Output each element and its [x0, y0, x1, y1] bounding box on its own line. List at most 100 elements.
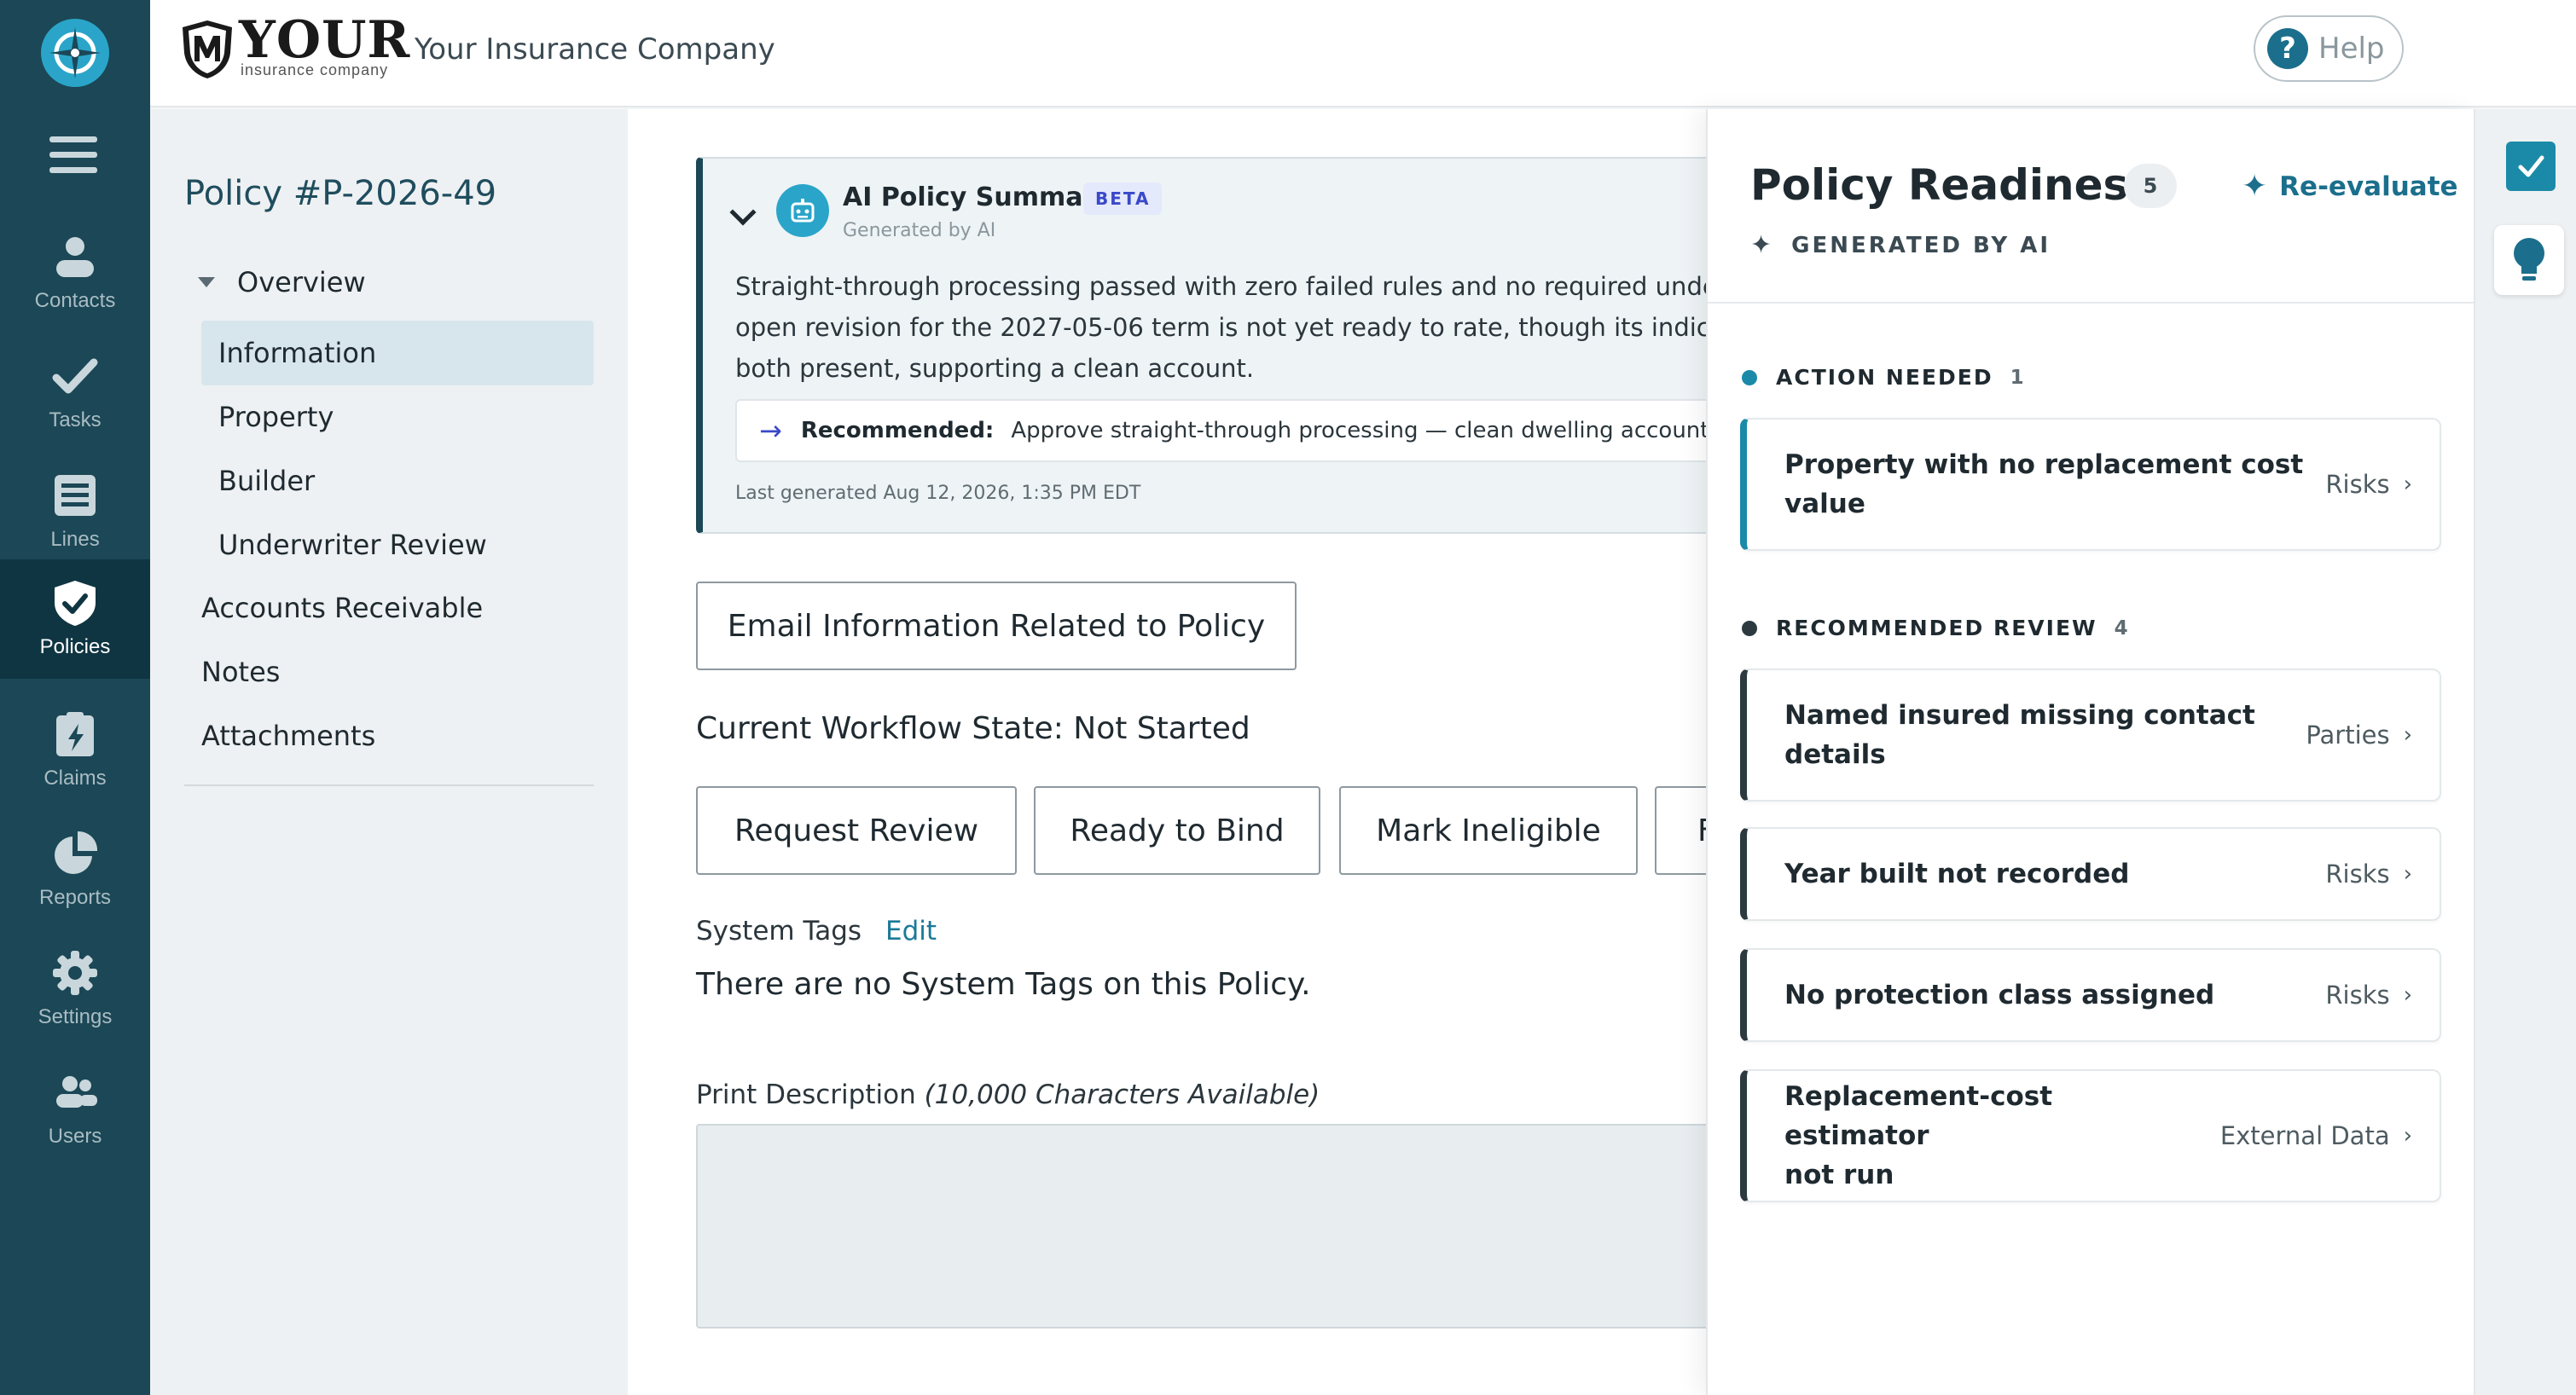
chevron-right-icon: › — [2403, 1123, 2412, 1149]
checkmark-icon — [51, 352, 99, 400]
readiness-item-title-line: Property with no replacement cost — [1784, 449, 2304, 480]
readiness-item-category: Risks — [2325, 860, 2390, 889]
chevron-right-icon: › — [2403, 722, 2412, 748]
app-logo-icon[interactable] — [41, 19, 109, 87]
right-tool-strip — [2474, 109, 2576, 1395]
readiness-item-title-line: not run — [1784, 1160, 1894, 1190]
top-header: YOUR insurance company Your Insurance Co… — [150, 0, 2576, 107]
print-description-textarea[interactable] — [696, 1124, 1706, 1328]
nav-divider — [184, 784, 594, 786]
workflow-button-partial[interactable]: F — [1655, 786, 1706, 875]
re-evaluate-button[interactable]: ✦ Re-evaluate — [2242, 169, 2458, 204]
nav-item-underwriter-review[interactable]: Underwriter Review — [201, 512, 594, 577]
company-name: Your Insurance Company — [415, 32, 775, 67]
readiness-item-title: No protection class assigned — [1784, 975, 2308, 1015]
section-label: RECOMMENDED REVIEW — [1776, 616, 2097, 640]
sparkle-icon: ✦ — [1750, 230, 1775, 260]
rail-item-policies[interactable]: Policies — [0, 559, 150, 679]
recommendation-text: Approve straight-through processing — cl… — [1011, 418, 1706, 443]
chevron-right-icon: › — [2403, 472, 2412, 497]
collapse-chevron-icon[interactable] — [729, 199, 757, 226]
nav-item-information[interactable]: Information — [201, 321, 594, 385]
readiness-item[interactable]: Named insured missing contact details Pa… — [1740, 669, 2441, 802]
lightbulb-icon[interactable] — [2494, 225, 2564, 295]
ai-policy-summary-card: AI Policy Summary BETA Generated by AI S… — [696, 157, 1706, 534]
email-policy-info-button[interactable]: Email Information Related to Policy — [696, 582, 1297, 670]
re-evaluate-label: Re-evaluate — [2279, 171, 2458, 202]
policy-sidebar: Policy #P-2026-49 Overview Information P… — [150, 109, 628, 1395]
rail-item-label: Policies — [39, 635, 111, 658]
rail-item-contacts[interactable]: Contacts — [0, 213, 150, 333]
nav-item-label: Builder — [218, 465, 316, 497]
help-label: Help — [2318, 32, 2385, 66]
rail-item-settings[interactable]: Settings — [0, 929, 150, 1049]
mark-ineligible-button[interactable]: Mark Ineligible — [1339, 786, 1638, 875]
section-label: ACTION NEEDED — [1776, 365, 1993, 390]
checkbox-checked-icon[interactable] — [2506, 142, 2556, 191]
nav-item-notes[interactable]: Notes — [201, 646, 280, 698]
nav-item-label: Underwriter Review — [218, 529, 487, 561]
readiness-item[interactable]: Property with no replacement cost value … — [1740, 418, 2441, 551]
gear-icon — [51, 949, 99, 997]
rail-item-label: Users — [48, 1125, 102, 1148]
print-description-title: Print Description — [696, 1080, 916, 1110]
readiness-item[interactable]: No protection class assigned Risks › — [1740, 948, 2441, 1042]
rail-item-reports[interactable]: Reports — [0, 810, 150, 929]
readiness-item[interactable]: Year built not recorded Risks › — [1740, 827, 2441, 921]
nav-item-label: Attachments — [201, 720, 376, 752]
rail-item-label: Claims — [44, 767, 107, 790]
system-tags-edit-link[interactable]: Edit — [885, 916, 937, 946]
workflow-state: Current Workflow State: Not Started — [696, 711, 1250, 746]
help-button[interactable]: ? Help — [2254, 15, 2404, 82]
chevron-right-icon: › — [2403, 982, 2412, 1008]
ai-summary-line: Straight-through processing passed with … — [735, 272, 1706, 301]
readiness-item-title-line: No protection class assigned — [1784, 980, 2215, 1010]
nav-item-label: Overview — [237, 266, 366, 298]
rail-item-label: Reports — [38, 886, 112, 909]
recommended-review-heading: RECOMMENDED REVIEW 4 — [1742, 616, 2128, 640]
nav-item-label: Accounts Receivable — [201, 592, 484, 624]
ai-summary-body: Straight-through processing passed with … — [735, 266, 1706, 389]
readiness-item-title: Property with no replacement cost value — [1784, 445, 2308, 524]
readiness-item-category: Parties — [2306, 721, 2390, 750]
beta-badge: BETA — [1083, 182, 1163, 215]
rail-item-users[interactable]: Users — [0, 1049, 150, 1168]
hamburger-menu-icon[interactable] — [49, 136, 97, 174]
section-count: 4 — [2114, 616, 2128, 640]
readiness-item-title-line: Year built not recorded — [1784, 859, 2130, 889]
main-content: AI Policy Summary BETA Generated by AI S… — [628, 109, 1706, 1395]
readiness-item[interactable]: Replacement-cost estimator not run Exter… — [1740, 1069, 2441, 1202]
policy-readiness-panel: Policy Readiness 5 ✦ Re-evaluate ✦ GENER… — [1706, 109, 2475, 1395]
ai-recommendation: → Recommended: Approve straight-through … — [735, 399, 1706, 462]
readiness-item-title: Named insured missing contact details — [1784, 696, 2289, 774]
request-review-button[interactable]: Request Review — [696, 786, 1017, 875]
lines-icon — [51, 472, 99, 519]
ai-summary-line: both present, supporting a clean account… — [735, 354, 1255, 383]
last-generated-timestamp: Last generated Aug 12, 2026, 1:35 PM EDT — [735, 483, 1141, 504]
policy-title: Policy #P-2026-49 — [184, 174, 497, 213]
ai-summary-title: AI Policy Summary — [843, 182, 1112, 212]
ai-summary-line: open revision for the 2027-05-06 term is… — [735, 313, 1706, 342]
rail-item-claims[interactable]: Claims — [0, 691, 150, 810]
rail-item-label: Contacts — [34, 289, 116, 312]
rail-item-lines[interactable]: Lines — [0, 452, 150, 571]
app-rail: Contacts Tasks Lines Policies Claims Rep… — [0, 0, 150, 1395]
status-dot-icon — [1742, 369, 1757, 385]
help-icon: ? — [2267, 28, 2308, 69]
rail-item-tasks[interactable]: Tasks — [0, 333, 150, 452]
ai-robot-icon — [776, 184, 829, 237]
rail-item-label: Lines — [50, 528, 100, 551]
ready-to-bind-button[interactable]: Ready to Bind — [1034, 786, 1320, 875]
caret-down-icon — [198, 277, 215, 287]
clipboard-bolt-icon — [51, 710, 99, 758]
readiness-item-title: Year built not recorded — [1784, 854, 2308, 894]
arrow-right-icon: → — [759, 414, 782, 447]
readiness-item-category: External Data — [2219, 1121, 2390, 1150]
nav-item-attachments[interactable]: Attachments — [201, 710, 375, 761]
brand-shield-logo — [181, 19, 234, 80]
contact-icon — [51, 233, 99, 281]
nav-item-property[interactable]: Property — [201, 385, 594, 449]
nav-item-accounts-receivable[interactable]: Accounts Receivable — [201, 582, 483, 634]
nav-item-overview[interactable]: Overview — [198, 266, 366, 298]
nav-item-builder[interactable]: Builder — [201, 449, 594, 513]
